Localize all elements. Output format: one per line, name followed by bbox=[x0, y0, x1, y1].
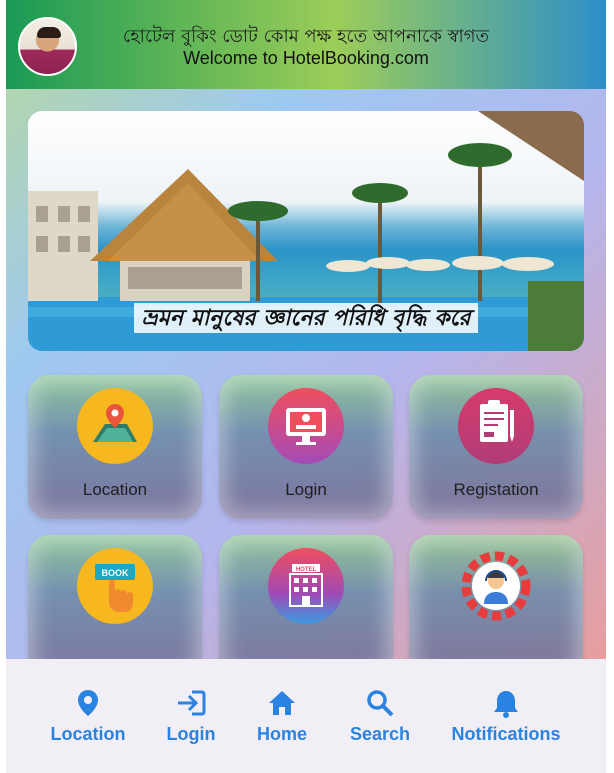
app-header: হোটেল বুকিং ডোট কোম পক্ষ হতে আপনাকে স্বা… bbox=[6, 0, 606, 89]
nav-label-notifications: Notifications bbox=[451, 724, 561, 744]
location-card[interactable]: Location bbox=[28, 375, 202, 519]
login-card[interactable]: Login bbox=[219, 375, 393, 519]
location-pin-icon bbox=[78, 690, 98, 716]
registration-clipboard-icon bbox=[458, 388, 534, 464]
location-card-label: Location bbox=[82, 480, 148, 499]
nav-label-home: Home bbox=[256, 724, 307, 744]
banner-caption: ভ্রমন মানুষের জ্ঞানের পরিধি বৃদ্ধি করে bbox=[134, 303, 478, 333]
nav-item-location[interactable]: Location bbox=[46, 688, 130, 745]
header-subtitle: Welcome to HotelBooking.com bbox=[183, 48, 429, 68]
support-agent-gear-icon bbox=[458, 548, 534, 624]
login-card-label: Login bbox=[285, 480, 327, 499]
banner-image: ভ্রমন মানুষের জ্ঞানের পরিধি বৃদ্ধি করে bbox=[28, 111, 584, 351]
svg-text:HOTEL: HOTEL bbox=[296, 567, 317, 573]
bell-icon bbox=[494, 691, 518, 718]
nav-label-search: Search bbox=[349, 724, 411, 744]
nav-label-login: Login bbox=[166, 724, 216, 744]
nav-item-notifications[interactable]: Notifications bbox=[446, 688, 566, 745]
nav-item-login[interactable]: Login bbox=[156, 688, 226, 745]
support-card[interactable] bbox=[409, 535, 583, 679]
location-map-icon bbox=[77, 388, 153, 464]
avatar[interactable] bbox=[18, 17, 77, 76]
nav-item-home[interactable]: Home bbox=[250, 688, 314, 745]
svg-text:BOOK: BOOK bbox=[102, 568, 130, 578]
book-button-icon: BOOK bbox=[77, 548, 153, 624]
search-icon bbox=[367, 690, 394, 717]
login-arrow-icon bbox=[178, 690, 206, 716]
book-card[interactable]: BOOK bbox=[28, 535, 202, 679]
registration-card[interactable]: Registation bbox=[409, 375, 583, 519]
hotel-card[interactable]: HOTEL bbox=[219, 535, 393, 679]
nav-label-location: Location bbox=[50, 724, 126, 744]
home-icon bbox=[269, 691, 295, 715]
registration-card-label: Registation bbox=[453, 480, 539, 499]
login-monitor-icon bbox=[268, 388, 344, 464]
hotel-building-icon: HOTEL bbox=[268, 548, 344, 624]
nav-item-search[interactable]: Search bbox=[344, 688, 416, 745]
app-screen: হোটেল বুকিং ডোট কোম পক্ষ হতে আপনাকে স্বা… bbox=[6, 0, 606, 773]
